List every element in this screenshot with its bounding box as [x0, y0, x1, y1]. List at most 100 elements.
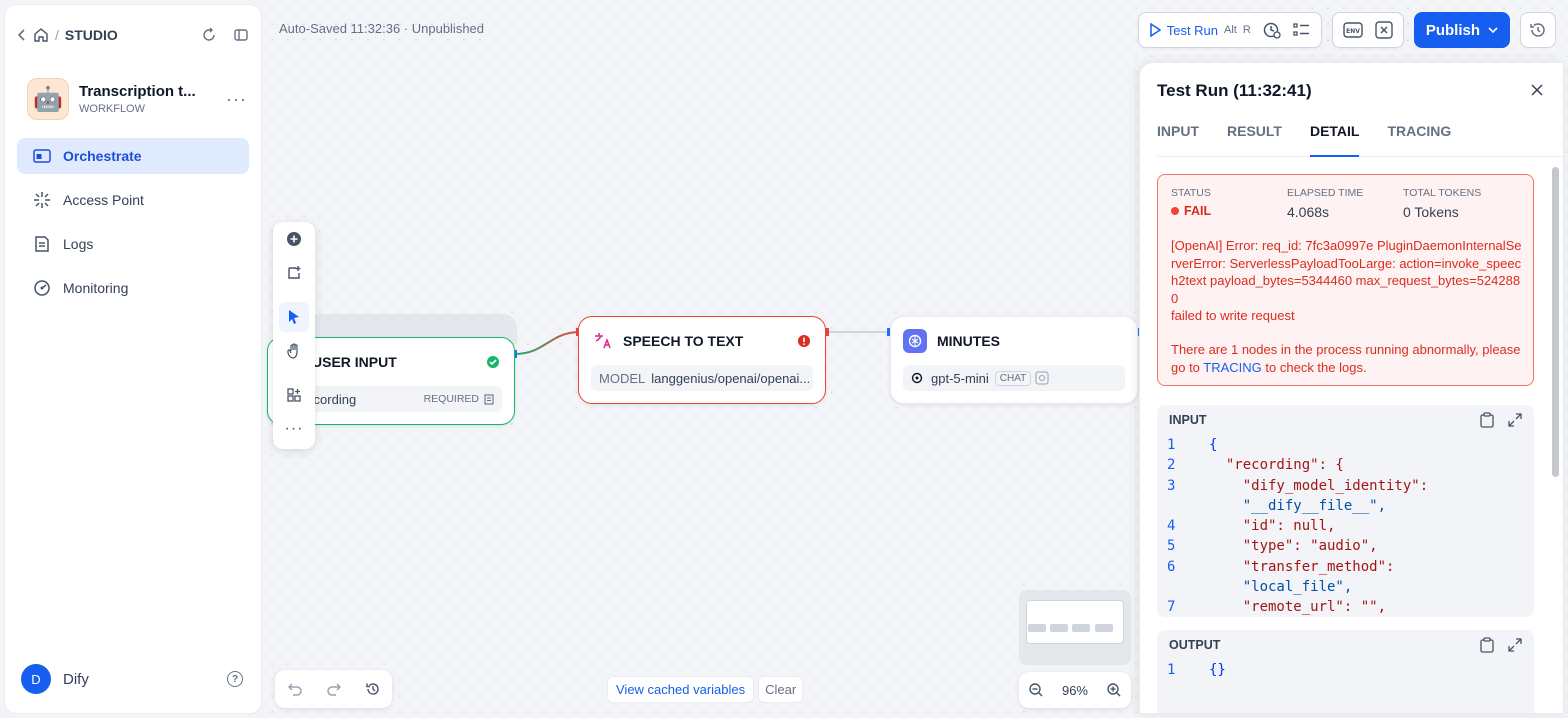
model-settings-icon[interactable]: [1035, 371, 1049, 385]
tab-tracing[interactable]: TRACING: [1387, 123, 1451, 157]
more-tools-icon[interactable]: ···: [279, 414, 309, 444]
undo-redo-bar: [275, 670, 392, 708]
code-line: 7 "remote_url": "",: [1167, 597, 1534, 617]
output-code-label: OUTPUT: [1169, 638, 1221, 652]
file-icon: [484, 393, 494, 405]
code-text: "local_file",: [1209, 579, 1353, 596]
line-number: 7: [1167, 599, 1176, 616]
add-node-icon[interactable]: [279, 224, 309, 254]
code-text: {: [1209, 437, 1218, 453]
hand-icon[interactable]: [279, 336, 309, 366]
node-title: MINUTES: [937, 333, 1000, 349]
line-number: [1167, 496, 1209, 516]
zoom-in-icon[interactable]: [1106, 682, 1122, 698]
expand-icon[interactable]: [1508, 637, 1522, 653]
status-value: FAIL: [1184, 204, 1212, 218]
code-text: "__dify__file__",: [1209, 497, 1387, 514]
model-name: gpt-5-mini: [931, 370, 989, 386]
add-note-icon[interactable]: [279, 258, 309, 288]
canvas-tool-palette: ···: [273, 222, 315, 449]
status-label: STATUS: [1171, 187, 1211, 199]
minimap-viewport[interactable]: [1026, 600, 1124, 644]
code-line: 4 "id": null,: [1167, 516, 1534, 536]
code-text: {}: [1209, 662, 1226, 678]
code-line: 3 "dify_model_identity":: [1167, 476, 1534, 496]
error-text: [OpenAI] Error: req_id: 7fc3a0997e Plugi…: [1171, 238, 1522, 306]
node-title: SPEECH TO TEXT: [623, 333, 744, 349]
tab-detail[interactable]: DETAIL: [1309, 123, 1360, 157]
input-code-card: INPUT 1{2 "recording": {3 "dify_model_id…: [1157, 405, 1534, 617]
line-number: 1: [1167, 437, 1176, 453]
line-number: 3: [1167, 477, 1176, 494]
success-check-icon: [486, 355, 500, 369]
pointer-icon[interactable]: [279, 302, 309, 332]
status-card: STATUS FAIL ELAPSED TIME 4.068s TOTAL TO…: [1157, 174, 1534, 386]
line-number: 1: [1167, 662, 1176, 678]
tracing-link[interactable]: TRACING: [1203, 360, 1262, 375]
elapsed-label: ELAPSED TIME: [1287, 187, 1364, 199]
notice-text-end: to check the logs.: [1261, 359, 1367, 375]
error-message: [OpenAI] Error: req_id: 7fc3a0997e Plugi…: [1171, 237, 1523, 325]
minimap-node: [1050, 624, 1068, 632]
openai-icon: [911, 372, 923, 384]
line-number: 2: [1167, 457, 1176, 474]
redo-icon[interactable]: [326, 682, 342, 696]
panel-title: Test Run (11:32:41): [1157, 81, 1312, 100]
panel-scrollbar[interactable]: [1552, 167, 1559, 477]
undo-icon[interactable]: [287, 682, 303, 696]
tokens-value: 0 Tokens: [1403, 204, 1459, 220]
code-text: "type": "audio",: [1209, 538, 1378, 555]
code-text: "transfer_method":: [1209, 558, 1395, 575]
history-icon[interactable]: [365, 681, 381, 697]
code-line: 2 "recording": {: [1167, 455, 1534, 475]
minimap[interactable]: [1019, 590, 1131, 665]
view-cached-variables-button[interactable]: View cached variables: [607, 676, 755, 703]
tab-result[interactable]: RESULT: [1227, 123, 1282, 157]
line-number: 4: [1167, 518, 1176, 535]
expand-icon[interactable]: [1508, 412, 1522, 428]
copy-icon[interactable]: [1480, 412, 1494, 428]
speech-to-text-icon: [593, 332, 613, 350]
node-speech-to-text[interactable]: SPEECH TO TEXT MODEL langgenius/openai/o…: [578, 316, 826, 404]
zoom-out-icon[interactable]: [1028, 682, 1044, 698]
tokens-label: TOTAL TOKENS: [1403, 187, 1482, 199]
copy-icon[interactable]: [1480, 637, 1494, 653]
required-badge: REQUIRED: [423, 393, 479, 405]
code-text: "id": null,: [1209, 518, 1336, 535]
minimap-node: [1072, 624, 1090, 632]
clear-button[interactable]: Clear: [758, 676, 804, 703]
code-text: "dify_model_identity":: [1209, 477, 1429, 494]
zoom-level[interactable]: 96%: [1062, 683, 1088, 698]
code-line: 6 "transfer_method":: [1167, 557, 1534, 577]
test-run-panel: Test Run (11:32:41) INPUT RESULT DETAIL …: [1139, 62, 1564, 714]
code-line: 1 {}: [1167, 660, 1534, 680]
fail-dot-icon: [1171, 207, 1179, 215]
code-line: "__dify__file__",: [1167, 496, 1534, 516]
minimap-node: [1028, 624, 1046, 632]
node-title: USER INPUT: [312, 354, 397, 370]
line-number: [1167, 577, 1209, 597]
code-line: 5 "type": "audio",: [1167, 536, 1534, 556]
error-text-line2: failed to write request: [1171, 308, 1295, 323]
model-label: MODEL: [599, 370, 646, 386]
code-text: "recording": {: [1209, 457, 1344, 474]
tab-input[interactable]: INPUT: [1157, 123, 1199, 157]
status-badge: FAIL: [1171, 204, 1211, 218]
close-icon[interactable]: [1531, 83, 1543, 101]
minimap-node: [1095, 624, 1113, 632]
cached-variables-bar: View cached variables Clear: [607, 676, 804, 703]
code-line: 1{: [1167, 435, 1534, 455]
llm-icon: [903, 329, 927, 353]
error-notice: There are 1 nodes in the process running…: [1171, 341, 1523, 376]
model-mode-tag: CHAT: [994, 370, 1032, 386]
node-minutes[interactable]: MINUTES gpt-5-mini CHAT: [890, 316, 1138, 404]
organize-blocks-icon[interactable]: [279, 380, 309, 410]
line-number: 5: [1167, 538, 1176, 555]
output-code-body[interactable]: 1 {}: [1157, 660, 1534, 680]
code-line: "local_file",: [1167, 577, 1534, 597]
code-text: "remote_url": "",: [1209, 599, 1387, 616]
error-icon: [797, 334, 811, 348]
input-code-body[interactable]: 1{2 "recording": {3 "dify_model_identity…: [1157, 435, 1534, 617]
panel-tabs: INPUT RESULT DETAIL TRACING: [1157, 123, 1563, 157]
model-name: langgenius/openai/openai...: [651, 370, 811, 386]
